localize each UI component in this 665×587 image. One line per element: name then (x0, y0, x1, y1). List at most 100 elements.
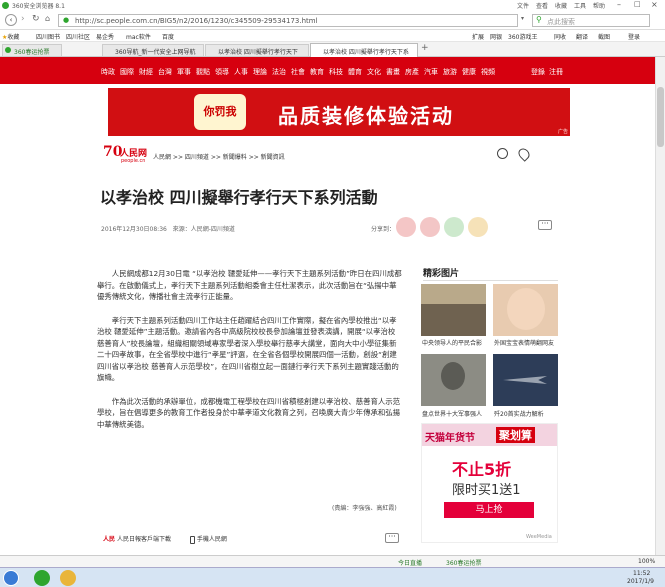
ad-button[interactable]: 马上抢 (444, 502, 534, 518)
explorer-taskbar-icon[interactable] (60, 570, 76, 586)
banner-ad[interactable]: 你罚我 品质装修体验活动 广告 (108, 88, 570, 136)
header-search-icon[interactable] (497, 148, 508, 159)
crumb[interactable]: 四川頻道 (185, 154, 209, 161)
nav-item[interactable]: 旅游 (443, 68, 457, 76)
crumb[interactable]: 新聞資訊 (261, 154, 285, 161)
browser-taskbar-icon[interactable] (34, 570, 50, 586)
game-button[interactable]: 360游戏王 (508, 32, 537, 41)
search-input[interactable]: 点此搜索 (547, 17, 575, 27)
search-box[interactable]: ⚲ 点此搜索 (532, 14, 650, 27)
zoom-level[interactable]: 100% (638, 558, 655, 565)
nav-item[interactable]: 健康 (462, 68, 476, 76)
tab-label: 360春运抢票 (14, 49, 50, 56)
article-body: 人民網成都12月30日電 “以孝治校 韆愛延伸——孝行天下主題系列活動”昨日在四… (97, 268, 403, 430)
nav-item[interactable]: 法治 (272, 68, 286, 76)
scroll-thumb[interactable] (657, 87, 664, 147)
fav-star[interactable]: ★收藏 (2, 32, 19, 41)
favorites-bar: ★收藏 四川图书 四川社区 易企秀 mac软件 百度 扩展 网银 360游戏王 … (0, 30, 665, 42)
app-download-link[interactable]: 人民 人民日報客戶端下載 (103, 534, 171, 543)
nav-item[interactable]: 房產 (405, 68, 419, 76)
minimize-icon[interactable]: – (617, 0, 621, 9)
menu-view[interactable]: 查看 (536, 1, 548, 10)
maximize-icon[interactable]: □ (634, 0, 641, 8)
nav-item[interactable]: 書畫 (386, 68, 400, 76)
fav-item[interactable]: 四川社区 (66, 32, 90, 41)
nav-item[interactable]: 觀點 (196, 68, 210, 76)
more-options-icon[interactable]: ··· (385, 533, 399, 543)
fav-item[interactable]: mac软件 (126, 32, 151, 41)
tab-1[interactable]: 360春运抢票 (2, 44, 62, 56)
menu-file[interactable]: 文件 (517, 1, 529, 10)
fav-item[interactable]: 百度 (162, 32, 174, 41)
photo-2[interactable] (493, 284, 558, 336)
nav-item[interactable]: 教育 (310, 68, 324, 76)
vertical-scrollbar[interactable] (655, 57, 665, 555)
more-share-icon[interactable]: ··· (538, 220, 552, 230)
nav-item[interactable]: 視頻 (481, 68, 495, 76)
crumb[interactable]: 新聞爆料 (223, 154, 247, 161)
menu-favorites[interactable]: 收藏 (555, 1, 567, 10)
photo-crowd (421, 304, 486, 336)
sync-button[interactable]: 同收 (554, 32, 566, 41)
home-icon[interactable]: ⌂ (45, 14, 50, 23)
photo-4[interactable] (493, 354, 558, 406)
nav-item[interactable]: 理論 (253, 68, 267, 76)
nav-item[interactable]: 領導 (215, 68, 229, 76)
photo-1[interactable] (421, 284, 486, 336)
paragraph-2: 孝行天下主題系列活動四川工作站主任趙躍結合四川工作實際，擬在省內學校推出“以孝治… (97, 315, 399, 383)
page-content: 你罚我 品质装修体验活动 广告 70 人民网 people.cn 人民網 >> … (0, 84, 655, 555)
photo-caption-4[interactable]: 歼20首实战力解析 (494, 409, 544, 418)
header-location-icon[interactable] (516, 146, 532, 162)
photo-caption-3[interactable]: 盘点世界十大军事强人 (422, 409, 482, 418)
login-link[interactable]: 登錄 (531, 67, 545, 77)
photo-3[interactable] (421, 354, 486, 406)
nav-item[interactable]: 科技 (329, 68, 343, 76)
nav-item[interactable]: 體育 (348, 68, 362, 76)
nav-item[interactable]: 人事 (234, 68, 248, 76)
tab-2[interactable]: 360导航_新一代安全上网导航 (102, 44, 204, 56)
mobile-site-label: 手機人民網 (196, 536, 227, 543)
forward-icon[interactable]: › (21, 14, 25, 24)
fav-item[interactable]: 易企秀 (96, 32, 114, 41)
register-link[interactable]: 注冊 (549, 67, 563, 77)
nav-item[interactable]: 汽車 (424, 68, 438, 76)
nav-item[interactable]: 軍事 (177, 68, 191, 76)
url-field[interactable]: ● http://sc.people.com.cn/BIG5/n2/2016/1… (58, 14, 518, 27)
site-logo[interactable]: 70 人民网 people.cn (103, 144, 147, 168)
translate-button[interactable]: 翻译 (576, 32, 588, 41)
menu-tools[interactable]: 工具 (574, 1, 586, 10)
nav-item[interactable]: 時政 (101, 68, 115, 76)
close-icon[interactable]: × (651, 0, 658, 9)
dropdown-icon[interactable]: ▾ (521, 15, 524, 22)
share-people-icon[interactable] (396, 217, 416, 237)
fav-item[interactable]: 四川图书 (36, 32, 60, 41)
extension-button[interactable]: 扩展 (472, 32, 484, 41)
ticket-button[interactable]: 360春运抢票 (446, 558, 481, 567)
tab-3[interactable]: 以孝治校 四川擬舉行孝行天下 (205, 44, 309, 56)
mobile-site-link[interactable]: 手機人民網 (190, 534, 227, 544)
back-icon[interactable]: ‹ (5, 14, 17, 26)
nav-item[interactable]: 台灣 (158, 68, 172, 76)
crumb[interactable]: 人民網 (153, 154, 171, 161)
new-tab-icon[interactable]: + (421, 43, 429, 53)
screenshot-button[interactable]: 截图 (598, 32, 610, 41)
nav-item[interactable]: 文化 (367, 68, 381, 76)
crumb-sep: >> (246, 154, 261, 161)
nav-item[interactable]: 社會 (291, 68, 305, 76)
nav-item[interactable]: 國際 (120, 68, 134, 76)
menu-help[interactable]: 帮助 (593, 1, 605, 10)
login-button[interactable]: 登录 (628, 32, 640, 41)
share-weibo-icon[interactable] (420, 217, 440, 237)
tab-4-active[interactable]: 以孝治校 四川擬舉行孝行天下系 (310, 43, 418, 57)
refresh-icon[interactable]: ↻ (32, 14, 40, 24)
sidebar-ad[interactable]: 天猫年货节 聚划算 不止5折 限时买1送1 马上抢 WeeMedia (421, 423, 558, 543)
live-button[interactable]: 今日直播 (398, 558, 422, 567)
share-wechat-icon[interactable] (444, 217, 464, 237)
photo-caption-2[interactable]: 外国宝宝表情萌翻网友 (494, 338, 554, 347)
share-qzone-icon[interactable] (468, 217, 488, 237)
ad-limited: 限时买1送1 (452, 483, 521, 498)
bank-button[interactable]: 网银 (490, 32, 502, 41)
start-button-icon[interactable] (3, 570, 19, 586)
nav-item[interactable]: 財經 (139, 68, 153, 76)
photo-caption-1[interactable]: 中央领导人的平民合影 (422, 338, 482, 347)
